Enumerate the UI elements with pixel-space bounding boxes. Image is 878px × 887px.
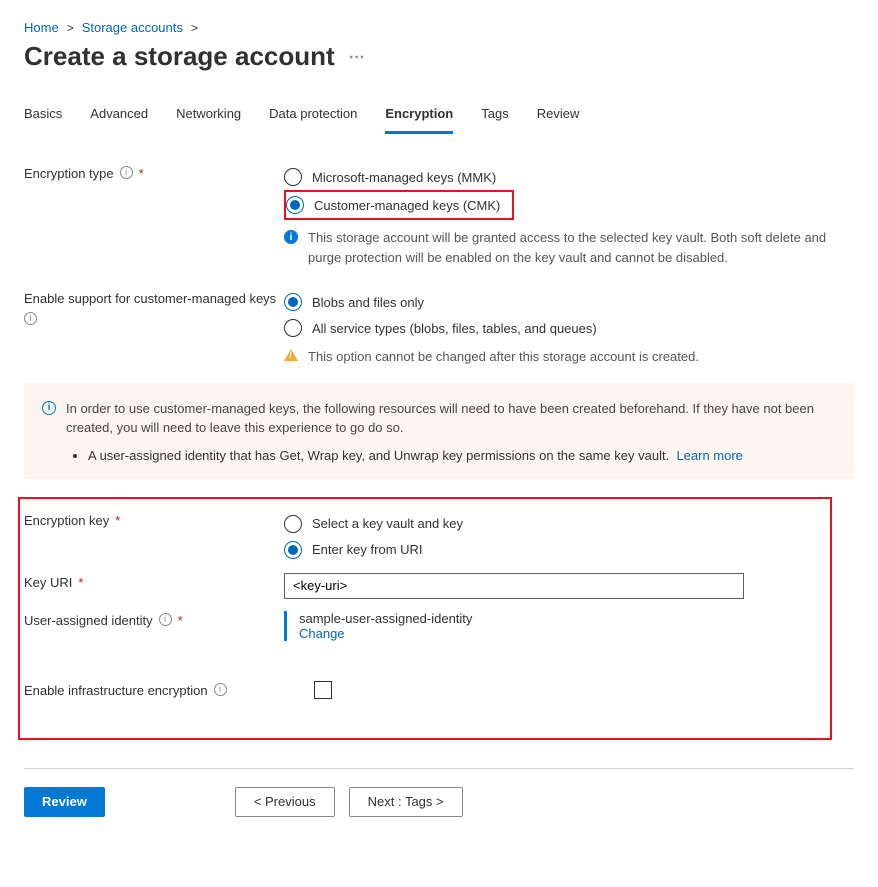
- info-icon[interactable]: i: [159, 613, 172, 626]
- radio-select-key-vault[interactable]: Select a key vault and key: [284, 511, 826, 537]
- info-icon[interactable]: i: [24, 312, 37, 325]
- change-identity-link[interactable]: Change: [299, 626, 345, 641]
- tab-tags[interactable]: Tags: [481, 100, 508, 134]
- cmk-support-warning: This option cannot be changed after this…: [308, 347, 699, 367]
- encryption-type-label: Encryption type: [24, 166, 114, 181]
- tab-review[interactable]: Review: [537, 100, 580, 134]
- infrastructure-encryption-checkbox[interactable]: [314, 681, 332, 699]
- previous-button[interactable]: < Previous: [235, 787, 335, 817]
- required-indicator: *: [139, 166, 144, 181]
- encryption-key-label: Encryption key: [24, 513, 109, 528]
- tab-advanced[interactable]: Advanced: [90, 100, 148, 134]
- warning-icon: [284, 349, 298, 361]
- radio-mmk[interactable]: Microsoft-managed keys (MMK): [284, 164, 854, 190]
- breadcrumb-home[interactable]: Home: [24, 20, 59, 35]
- required-indicator: *: [115, 513, 120, 528]
- footer-buttons: Review < Previous Next : Tags >: [24, 787, 854, 817]
- radio-blobs-files-only[interactable]: Blobs and files only: [284, 289, 854, 315]
- key-uri-label: Key URI: [24, 575, 72, 590]
- infrastructure-encryption-label: Enable infrastructure encryption: [24, 683, 208, 698]
- breadcrumb: Home > Storage accounts >: [24, 20, 854, 35]
- divider: [24, 768, 854, 769]
- radio-icon: [284, 515, 302, 533]
- key-uri-input[interactable]: [284, 573, 744, 599]
- tab-data-protection[interactable]: Data protection: [269, 100, 357, 134]
- required-indicator: *: [178, 613, 183, 628]
- info-icon: i: [42, 401, 56, 415]
- required-indicator: *: [78, 575, 83, 590]
- user-assigned-identity-value: sample-user-assigned-identity: [299, 611, 826, 626]
- learn-more-link[interactable]: Learn more: [676, 448, 742, 463]
- tab-networking[interactable]: Networking: [176, 100, 241, 134]
- chevron-right-icon: >: [67, 21, 74, 35]
- cmk-support-label: Enable support for customer-managed keys: [24, 291, 276, 306]
- tabs: Basics Advanced Networking Data protecti…: [24, 100, 854, 134]
- radio-icon: [284, 168, 302, 186]
- info-icon: i: [284, 230, 298, 244]
- encryption-type-info: This storage account will be granted acc…: [308, 228, 854, 267]
- user-assigned-identity-label: User-assigned identity: [24, 613, 153, 628]
- radio-icon: [284, 541, 302, 559]
- review-button[interactable]: Review: [24, 787, 105, 817]
- radio-cmk[interactable]: Customer-managed keys (CMK): [286, 192, 500, 218]
- page-title: Create a storage account ⋯: [24, 41, 854, 72]
- info-icon[interactable]: i: [120, 166, 133, 179]
- radio-all-service-types[interactable]: All service types (blobs, files, tables,…: [284, 315, 854, 341]
- info-icon[interactable]: i: [214, 683, 227, 696]
- tab-encryption[interactable]: Encryption: [385, 100, 453, 134]
- next-button[interactable]: Next : Tags >: [349, 787, 463, 817]
- radio-icon: [284, 293, 302, 311]
- radio-icon: [286, 196, 304, 214]
- radio-icon: [284, 319, 302, 337]
- breadcrumb-storage-accounts[interactable]: Storage accounts: [82, 20, 183, 35]
- radio-enter-key-uri[interactable]: Enter key from URI: [284, 537, 826, 563]
- chevron-right-icon: >: [191, 21, 198, 35]
- tab-basics[interactable]: Basics: [24, 100, 62, 134]
- encryption-key-section: Encryption key * Select a key vault and …: [18, 497, 832, 740]
- more-icon[interactable]: ⋯: [349, 47, 366, 67]
- prereq-callout: i In order to use customer-managed keys,…: [24, 383, 854, 479]
